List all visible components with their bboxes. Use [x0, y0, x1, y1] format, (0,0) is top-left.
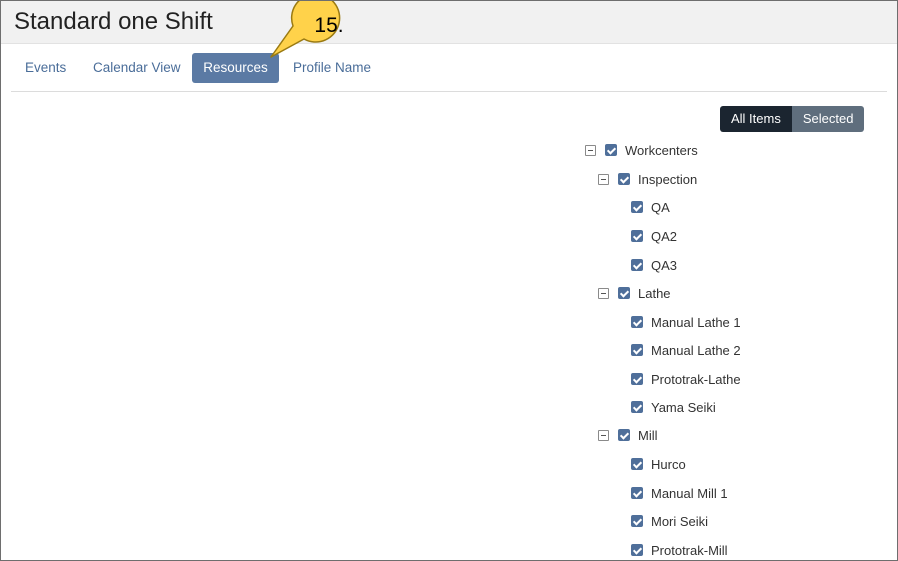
tab-events[interactable]: Events: [11, 53, 80, 83]
checkbox[interactable]: [631, 344, 643, 356]
checkbox[interactable]: [618, 173, 630, 185]
tree-leaf-label: Prototrak-Lathe: [651, 371, 741, 387]
checkbox[interactable]: [631, 201, 643, 213]
tree-leaf-label: Prototrak-Mill: [651, 542, 728, 558]
selected-button[interactable]: Selected: [791, 106, 865, 132]
checkbox[interactable]: [605, 144, 617, 156]
tree-leaf-label: QA: [651, 199, 670, 215]
tab-divider: [11, 91, 887, 92]
collapse-icon[interactable]: [598, 173, 609, 185]
tree-leaf-label: Yama Seiki: [651, 399, 716, 415]
checkbox[interactable]: [631, 487, 643, 499]
tree-leaf-label: QA2: [651, 228, 678, 244]
tree-leaf-label: Manual Mill 1: [651, 485, 728, 501]
collapse-icon[interactable]: [585, 144, 596, 156]
collapse-icon[interactable]: [598, 429, 609, 441]
checkbox[interactable]: [631, 515, 643, 527]
page-title: Standard one Shift: [14, 8, 213, 35]
filter-toggle-group: All Items Selected: [720, 106, 865, 132]
checkbox[interactable]: [618, 429, 630, 441]
tree-leaf-hurco: Hurco: [631, 453, 686, 475]
app-window: Standard one Shift Events Calendar View …: [0, 0, 898, 561]
tree-leaf-manual-mill-1: Manual Mill 1: [631, 482, 728, 504]
checkbox[interactable]: [631, 544, 643, 556]
tree-leaf-prototrak-mill: Prototrak-Mill: [631, 539, 728, 560]
tree-leaf-yama-seiki: Yama Seiki: [631, 396, 716, 418]
step-number: 15.: [314, 14, 344, 37]
all-items-button[interactable]: All Items: [720, 106, 792, 132]
checkbox[interactable]: [631, 316, 643, 328]
tree-leaf-label: Manual Lathe 2: [651, 342, 741, 358]
tree-leaf-label: Mori Seiki: [651, 513, 709, 529]
checkbox[interactable]: [631, 259, 643, 271]
tree-node-mill: Mill: [598, 424, 658, 446]
tree-leaf-mori-seiki: Mori Seiki: [631, 510, 708, 532]
tree-node-label: Inspection: [638, 171, 698, 187]
tree-leaf-qa3: QA3: [631, 254, 677, 276]
tree-node-lathe: Lathe: [598, 282, 671, 304]
tree-leaf-label: Manual Lathe 1: [651, 314, 741, 330]
tree-node-label: Workcenters: [625, 142, 698, 158]
tree-leaf-qa2: QA2: [631, 225, 677, 247]
tab-bar: Events Calendar View Resources Profile N…: [11, 53, 887, 83]
checkbox[interactable]: [631, 458, 643, 470]
tree-leaf-qa: QA: [631, 196, 670, 218]
checkbox[interactable]: [631, 230, 643, 242]
tree-leaf-label: Hurco: [651, 456, 686, 472]
tab-calendar-view[interactable]: Calendar View: [79, 53, 195, 83]
checkbox[interactable]: [618, 287, 630, 299]
tree-node-inspection: Inspection: [598, 168, 697, 190]
title-bar: Standard one Shift: [1, 1, 897, 44]
tree-node-workcenters: Workcenters: [585, 139, 698, 161]
tree-leaf-prototrak-lathe: Prototrak-Lathe: [631, 368, 741, 390]
tree-leaf-manual-lathe-1: Manual Lathe 1: [631, 311, 741, 333]
tree-leaf-label: QA3: [651, 257, 678, 273]
tree-node-label: Mill: [638, 427, 658, 443]
checkbox[interactable]: [631, 373, 643, 385]
checkbox[interactable]: [631, 401, 643, 413]
tree-node-label: Lathe: [638, 285, 671, 301]
tree-leaf-manual-lathe-2: Manual Lathe 2: [631, 339, 741, 361]
collapse-icon[interactable]: [598, 287, 609, 299]
